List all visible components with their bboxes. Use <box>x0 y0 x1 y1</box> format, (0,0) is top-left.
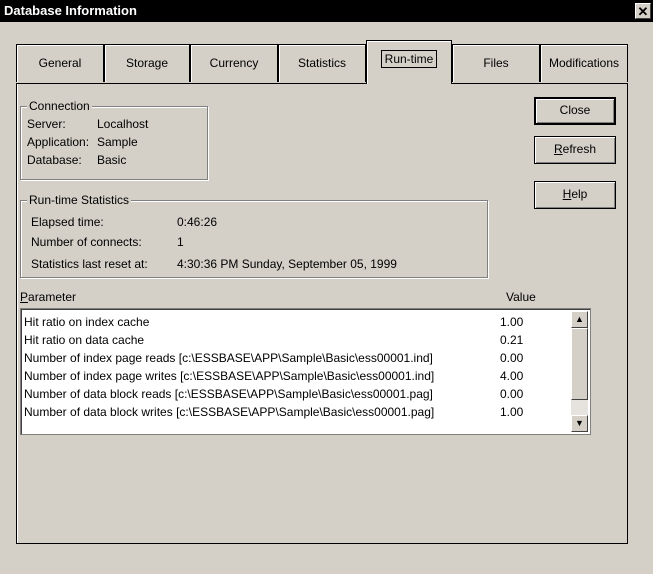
application-label: Application: <box>27 135 90 149</box>
tab-label: Modifications <box>548 56 620 70</box>
tab-general[interactable]: General <box>16 44 104 82</box>
tab-currency[interactable]: Currency <box>190 44 278 82</box>
scrollbar-thumb[interactable] <box>571 328 588 400</box>
parameter-header-label: arameter <box>28 290 77 304</box>
close-button[interactable]: Close <box>534 97 616 125</box>
parameter-value: 0.00 <box>500 351 524 365</box>
database-information-dialog: Database Information ✕ General Storage C… <box>0 0 653 574</box>
parameter-value: 4.00 <box>500 369 524 383</box>
tab-statistics[interactable]: Statistics <box>278 44 366 82</box>
refresh-button[interactable]: Refresh <box>534 136 616 164</box>
parameter-list[interactable]: Hit ratio on index cache 1.00 Hit ratio … <box>20 308 591 435</box>
elapsed-time-value: 0:46:26 <box>177 215 218 229</box>
refresh-label: efresh <box>562 142 597 156</box>
tab-label: Storage <box>125 56 169 70</box>
runtime-group-label: Run-time Statistics <box>27 193 132 207</box>
parameter-value: 0.21 <box>500 333 524 347</box>
reset-value: 4:30:36 PM Sunday, September 05, 1999 <box>177 257 397 271</box>
tab-label: Statistics <box>297 56 346 70</box>
connects-value: 1 <box>177 235 184 249</box>
elapsed-time-label: Elapsed time: <box>31 215 104 229</box>
parameter-name: Hit ratio on data cache <box>24 333 145 347</box>
refresh-accelerator: R <box>553 142 563 156</box>
parameter-name: Number of index page writes [c:\ESSBASE\… <box>24 369 435 383</box>
parameter-accelerator: P <box>20 290 29 304</box>
parameter-name: Number of data block writes [c:\ESSBASE\… <box>24 405 435 419</box>
tab-label: Run-time <box>380 50 438 68</box>
reset-label: Statistics last reset at: <box>31 257 148 271</box>
server-label: Server: <box>27 117 66 131</box>
parameter-header[interactable]: Parameter <box>20 290 76 304</box>
database-value: Basic <box>97 153 127 167</box>
help-label: elp <box>571 187 588 201</box>
tab-run-time[interactable]: Run-time <box>366 40 452 84</box>
parameter-value: 1.00 <box>500 405 524 419</box>
tab-label: Files <box>483 56 509 70</box>
vertical-scrollbar[interactable]: ▲ ▼ <box>571 311 588 432</box>
tab-storage[interactable]: Storage <box>104 44 190 82</box>
parameter-value: 0.00 <box>500 387 524 401</box>
parameter-name: Number of data block reads [c:\ESSBASE\A… <box>24 387 433 401</box>
server-value: Localhost <box>97 117 149 131</box>
connection-group-label: Connection <box>27 99 92 113</box>
tab-label: Currency <box>209 56 259 70</box>
scroll-down-icon[interactable]: ▼ <box>571 415 588 432</box>
parameter-value: 1.00 <box>500 315 524 329</box>
database-label: Database: <box>27 153 82 167</box>
scroll-up-icon[interactable]: ▲ <box>571 311 588 328</box>
tab-files[interactable]: Files <box>452 44 540 82</box>
parameter-name: Hit ratio on index cache <box>24 315 150 329</box>
application-value: Sample <box>97 135 138 149</box>
value-header[interactable]: Value <box>506 290 536 304</box>
runtime-statistics-group: Run-time Statistics Elapsed time: 0:46:2… <box>20 193 488 278</box>
tab-label: General <box>38 56 82 70</box>
title-bar: Database Information ✕ <box>0 0 653 22</box>
help-button[interactable]: Help <box>534 181 616 209</box>
window-title: Database Information <box>4 3 137 18</box>
tab-modifications[interactable]: Modifications <box>540 44 628 82</box>
connects-label: Number of connects: <box>31 235 142 249</box>
connection-group: Connection Server: Localhost Application… <box>20 99 208 180</box>
parameter-name: Number of index page reads [c:\ESSBASE\A… <box>24 351 433 365</box>
close-window-icon[interactable]: ✕ <box>635 3 651 19</box>
